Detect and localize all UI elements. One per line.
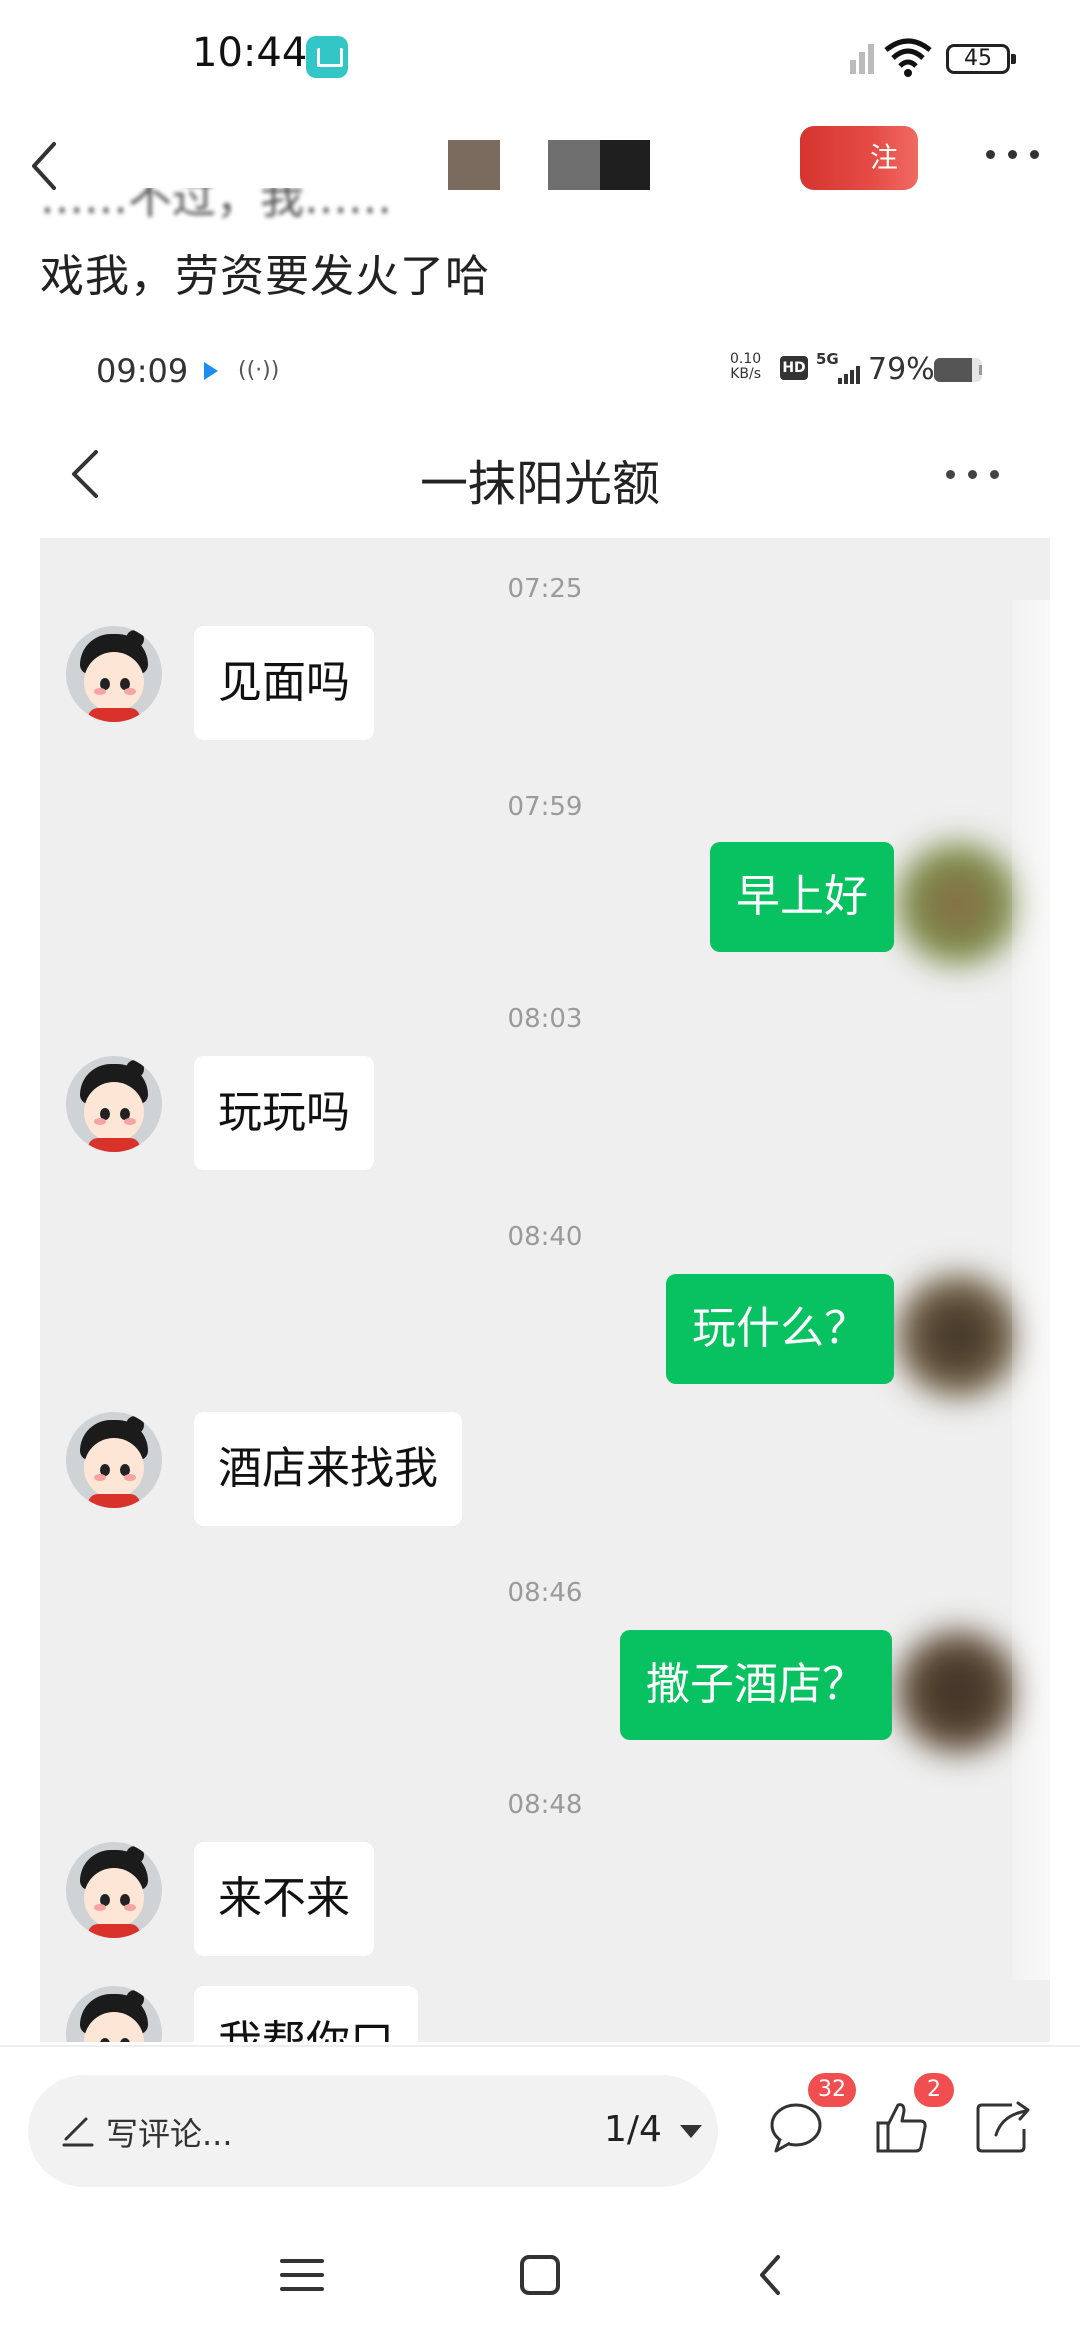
- own-avatar: [888, 834, 1028, 974]
- image-edge-fade: [1012, 600, 1080, 1980]
- message-bubble-incoming: 见面吗: [194, 626, 374, 740]
- chat-title: 一抹阳光额: [419, 456, 660, 512]
- own-avatar: [888, 1266, 1028, 1406]
- system-nav-bar: [0, 2225, 1080, 2340]
- battery-icon: 45: [946, 44, 1016, 74]
- home-app-icon: [306, 36, 348, 78]
- play-icon: [204, 362, 218, 380]
- message-bubble-outgoing: 玩什么？: [666, 1274, 894, 1384]
- caret-down-icon[interactable]: [680, 2125, 702, 2138]
- battery-icon: [934, 358, 982, 382]
- wifi-icon: [884, 38, 932, 77]
- own-avatar: [888, 1622, 1028, 1762]
- redacted-username: [600, 140, 650, 190]
- follow-button[interactable]: 注: [800, 126, 918, 190]
- chat-header: 一抹阳光额: [0, 420, 1080, 530]
- home-icon[interactable]: [510, 2245, 570, 2305]
- battery-percent: 79%: [868, 352, 935, 387]
- message-bubble-outgoing: 撒子酒店？: [620, 1630, 892, 1740]
- comment-input[interactable]: 写评论... 1/4: [28, 2075, 718, 2187]
- message-bubble-incoming: 玩玩吗: [194, 1056, 374, 1170]
- message-timestamp: 07:25: [507, 574, 583, 604]
- message-bubble-incoming: 来不来: [194, 1842, 374, 1956]
- back-icon[interactable]: [742, 2245, 802, 2305]
- message-bubble-outgoing: 早上好: [710, 842, 894, 952]
- contact-avatar: [66, 1986, 162, 2042]
- hd-badge: HD: [780, 356, 808, 380]
- comment-bar: 写评论... 1/4 32 2: [0, 2045, 1080, 2227]
- redacted-username: [548, 140, 600, 190]
- embedded-status-time: 09:09: [96, 352, 189, 390]
- radio-icon: ((·)): [238, 358, 280, 383]
- chat-messages: 07:25 见面吗 07:59 早上好 08:03 玩玩吗 08:40 玩什么？…: [40, 538, 1050, 2042]
- page-indicator[interactable]: 1/4: [604, 2109, 662, 2150]
- contact-avatar: [66, 1842, 162, 1938]
- network-speed: 0.10 KB/s: [730, 351, 762, 382]
- comment-placeholder: 写评论...: [106, 2115, 233, 2153]
- redacted-avatar: [448, 140, 500, 190]
- signal-icon: [838, 364, 862, 384]
- message-timestamp: 07:59: [507, 792, 583, 822]
- network-type: 5G: [816, 350, 839, 368]
- message-bubble-incoming: 我帮你口: [194, 1986, 418, 2042]
- message-timestamp: 08:46: [507, 1578, 583, 1608]
- comment-count-badge: 32: [808, 2073, 856, 2107]
- status-time: 10:44: [192, 30, 308, 76]
- post-text: 戏我，劳资要发火了哈: [40, 251, 490, 302]
- more-icon[interactable]: [986, 146, 1042, 164]
- more-icon[interactable]: [946, 466, 1002, 484]
- message-timestamp: 08:40: [507, 1222, 583, 1252]
- post-text-partial: ……不过，我……: [40, 188, 392, 224]
- message-timestamp: 08:03: [507, 1004, 583, 1034]
- message-timestamp: 08:48: [507, 1790, 583, 1820]
- message-bubble-incoming: 酒店来找我: [194, 1412, 462, 1526]
- contact-avatar: [66, 626, 162, 722]
- like-count-badge: 2: [914, 2073, 954, 2107]
- pencil-icon: [62, 2117, 94, 2147]
- share-icon[interactable]: [972, 2095, 1036, 2159]
- signal-icon: [850, 44, 874, 74]
- menu-icon[interactable]: [272, 2245, 332, 2305]
- contact-avatar: [66, 1412, 162, 1508]
- status-bar: 10:44 45: [0, 0, 1080, 120]
- contact-avatar: [66, 1056, 162, 1152]
- embedded-status-bar: 09:09 ((·)) 0.10 KB/s HD 5G 79%: [0, 340, 1080, 400]
